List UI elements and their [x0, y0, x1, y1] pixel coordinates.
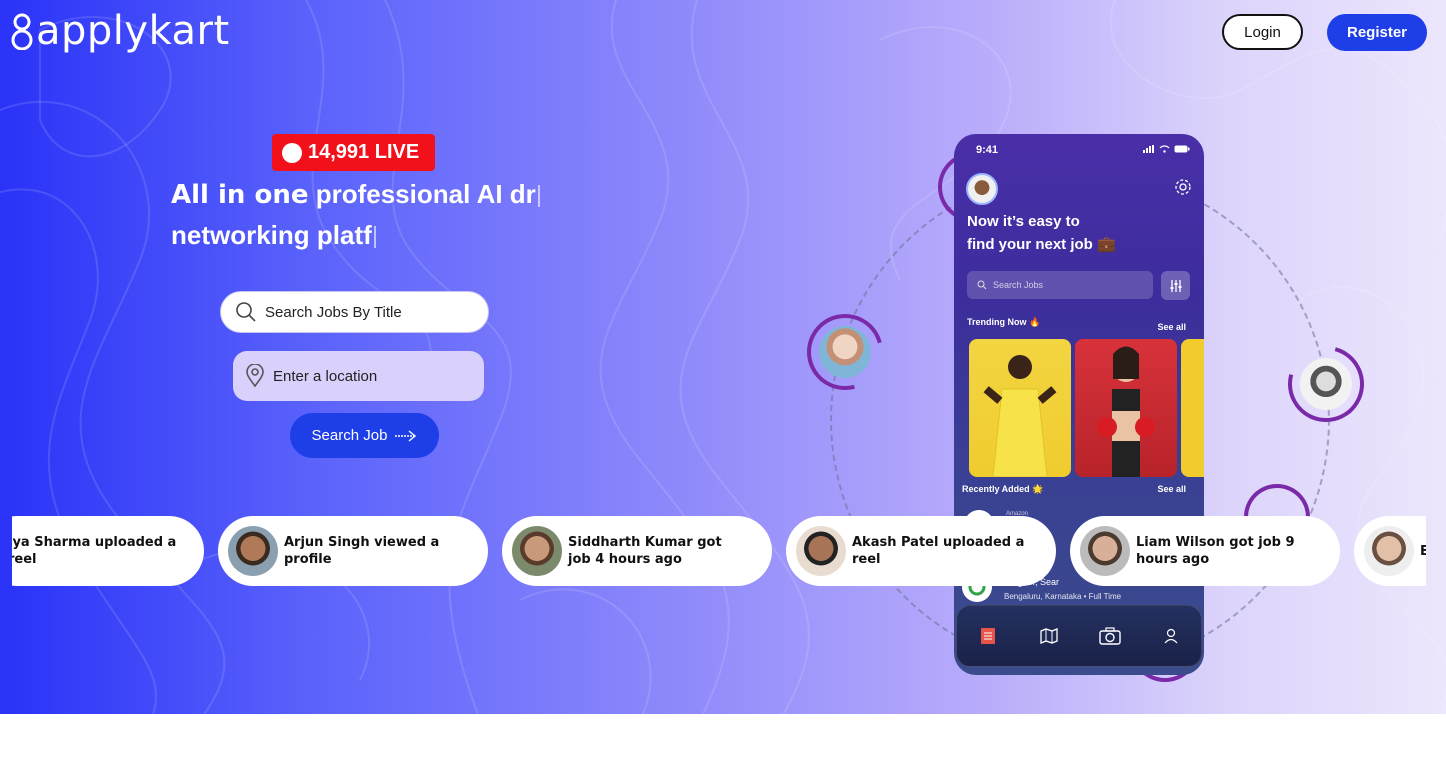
live-count-badge: 14,991 LIVE: [272, 134, 435, 171]
phone-mockup: 9:41 Now it’s easy to find your next job…: [954, 134, 1204, 675]
search-icon: [977, 280, 987, 290]
recent-see-all-link[interactable]: See all: [1157, 484, 1186, 494]
hero-section: applykart Login Register 14,991 LIVE All…: [0, 0, 1446, 714]
login-button[interactable]: Login: [1222, 14, 1303, 50]
nav-jobs-tab[interactable]: [975, 623, 1001, 649]
activity-pill[interactable]: El: [1354, 516, 1426, 586]
gear-icon[interactable]: [1174, 178, 1192, 196]
typing-cursor-2: [373, 226, 376, 249]
activity-text: Akash Patel uploaded a reel: [852, 535, 1025, 567]
phone-time: 9:41: [976, 144, 999, 156]
headline-part-1: All in one: [171, 180, 309, 210]
hero-headline: All in one professional AI dr networking…: [171, 174, 571, 255]
activity-text: iya Sharma uploaded a reel: [12, 535, 177, 567]
headline-part-2: professional AI dr: [315, 179, 536, 209]
trending-heading: Trending Now 🔥: [967, 317, 1041, 327]
search-job-button[interactable]: Search Job: [290, 413, 439, 458]
avatar: [1080, 526, 1130, 576]
brand-logo[interactable]: applykart: [10, 8, 230, 54]
battery-icon: [1174, 145, 1190, 153]
recently-added-heading: Recently Added 🌟: [962, 484, 1044, 494]
person-yellow-dress-image: [983, 355, 1057, 477]
phone-search-placeholder: Search Jobs: [993, 280, 1044, 290]
trending-card-1[interactable]: [969, 339, 1071, 477]
phone-headline-line-1: Now it’s easy to: [967, 213, 1080, 230]
job-title-search-input[interactable]: Search Jobs By Title: [220, 291, 489, 333]
headline-line-2: networking platf: [171, 220, 372, 250]
activity-text: Arjun Singh viewed a profile: [284, 535, 440, 567]
map-icon: [1039, 628, 1058, 644]
camera-icon: [1098, 627, 1121, 645]
document-icon: [980, 628, 995, 644]
filter-icon: [1170, 279, 1181, 292]
phone-bottom-nav: [956, 605, 1202, 667]
search-icon: [236, 302, 256, 322]
activity-ticker: iya Sharma uploaded a reel Arjun Singh v…: [12, 516, 1426, 586]
orbit-avatar-left[interactable]: [819, 326, 871, 378]
phone-status-icons: [1143, 145, 1190, 153]
activity-pill[interactable]: Liam Wilson got job 9 hours ago: [1070, 516, 1340, 586]
live-dot-icon: [282, 142, 302, 163]
activity-text: El: [1420, 543, 1426, 559]
profile-icon: [1164, 628, 1177, 644]
avatar: [512, 526, 562, 576]
location-marker-icon: [246, 364, 264, 388]
person-boxer-image: [1097, 346, 1155, 477]
trending-card-3[interactable]: [1181, 339, 1204, 477]
typing-cursor: [537, 185, 540, 208]
phone-search-input[interactable]: Search Jobs: [967, 271, 1153, 299]
wifi-icon: [1159, 145, 1170, 153]
job-title-search-placeholder: Search Jobs By Title: [265, 303, 402, 321]
phone-user-avatar[interactable]: [966, 173, 998, 205]
trending-card-2[interactable]: [1075, 339, 1177, 477]
nav-camera-tab[interactable]: [1097, 623, 1123, 649]
search-job-label: Search Job: [311, 427, 388, 444]
nav-profile-tab[interactable]: [1158, 623, 1184, 649]
signal-icon: [1143, 145, 1154, 153]
activity-text: Siddharth Kumar got job 4 hours ago: [568, 535, 722, 567]
arrow-right-icon: [395, 429, 417, 442]
live-count: 14,991 LIVE: [308, 141, 420, 163]
location-pin-icon: [11, 13, 33, 50]
activity-pill[interactable]: Arjun Singh viewed a profile: [218, 516, 488, 586]
location-input[interactable]: Enter a location: [233, 351, 484, 401]
phone-headline: Now it’s easy to find your next job 💼: [967, 210, 1167, 256]
avatar: [228, 526, 278, 576]
avatar: [796, 526, 846, 576]
activity-pill[interactable]: iya Sharma uploaded a reel: [12, 516, 204, 586]
activity-pill[interactable]: Akash Patel uploaded a reel: [786, 516, 1056, 586]
register-button[interactable]: Register: [1327, 14, 1427, 51]
job-location: Bengaluru, Karnataka • Full Time: [1004, 592, 1122, 601]
activity-pill[interactable]: Siddharth Kumar got job 4 hours ago: [502, 516, 772, 586]
trending-see-all-link[interactable]: See all: [1157, 322, 1186, 332]
orbit-avatar-right[interactable]: [1300, 358, 1352, 410]
filter-button[interactable]: [1161, 271, 1190, 300]
phone-headline-line-2: find your next job 💼: [967, 236, 1116, 253]
nav-map-tab[interactable]: [1036, 623, 1062, 649]
logo-text: applykart: [36, 8, 230, 54]
avatar: [1364, 526, 1414, 576]
activity-text: Liam Wilson got job 9 hours ago: [1136, 535, 1295, 567]
location-placeholder: Enter a location: [273, 367, 378, 385]
